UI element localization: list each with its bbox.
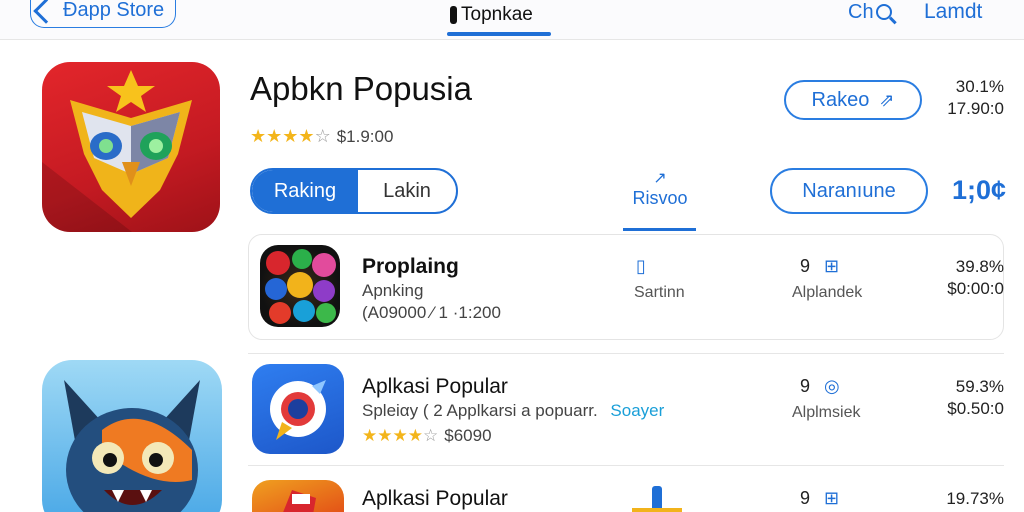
title-bar-glyph <box>450 6 457 24</box>
toy-logo-icon <box>283 490 316 512</box>
row-rating-text: $6090 <box>444 426 492 445</box>
title-underline <box>447 32 551 36</box>
back-button[interactable]: Đapp Store <box>30 0 176 28</box>
cat-mascot-icon <box>64 380 200 512</box>
segmented-control: Raking Lakin <box>250 168 458 214</box>
hero-app-icon[interactable] <box>42 62 220 232</box>
row-count: 9 ◎ <box>800 376 840 397</box>
rakeo-button-label: Rakeo <box>811 88 870 111</box>
row-price-primary: 19.73% <box>946 489 1004 508</box>
row-title: Aplkasi Popular <box>362 487 508 510</box>
row-meta: (A09000 ⁄ 1 ·1:200 <box>362 303 501 322</box>
star-empty-icon: ☆ <box>314 126 331 146</box>
row-price-column: 19.73% <box>946 488 1004 510</box>
get-button[interactable]: Naranıune <box>770 168 928 214</box>
price-primary: 30.1% <box>955 77 1004 96</box>
search-icon <box>875 4 892 20</box>
star-icon: ★ <box>377 426 393 445</box>
star-icon: ★ <box>250 126 267 146</box>
top-right-link[interactable]: Lamdt <box>924 0 982 24</box>
divider <box>248 353 1004 354</box>
back-button-label: Đapp Store <box>63 0 165 21</box>
segment-ranking[interactable]: Raking <box>252 170 358 212</box>
row-count-value: 9 <box>800 488 811 508</box>
row-price-primary: 59.3% <box>955 377 1004 396</box>
hero-rating: ★ ★ ★ ★ ☆ $1.9:00 <box>250 126 393 147</box>
row-subtitle: Apnking <box>362 281 424 300</box>
page-title: Topnkae <box>450 0 533 30</box>
row-count-label: Alplmsiek <box>792 404 861 421</box>
row-count-label: Alplandek <box>792 284 863 301</box>
row-price-column: 39.8% $0:00:0 <box>947 256 1004 300</box>
price-secondary: 17.90:0 <box>947 99 1004 118</box>
row-subtitle-text: Spleiαy ( 2 Applkarsi a popuarr. <box>362 401 598 420</box>
divider <box>248 465 1004 466</box>
star-icon: ★ <box>362 426 378 445</box>
app-icon-proplaing[interactable] <box>260 245 340 327</box>
page-title-text: Topnkae <box>461 4 533 25</box>
row-price-primary: 39.8% <box>955 257 1004 276</box>
hero-app-title: Apbkn Popusia <box>250 70 472 107</box>
grid-icon: ⊞ <box>824 256 840 276</box>
target-icon: ◎ <box>824 376 840 396</box>
owl-mascot-icon <box>70 70 192 218</box>
star-icon: ★ <box>266 126 283 146</box>
row-count: 9 ⊞ <box>800 488 839 509</box>
segment-lakin[interactable]: Lakin <box>358 170 456 212</box>
star-icon: ★ <box>282 126 299 146</box>
row-price-secondary: $0:00:0 <box>947 279 1004 298</box>
row-price-secondary: $0.50:0 <box>947 399 1004 418</box>
row-count-value: 9 <box>800 376 811 396</box>
row-count-value: 9 <box>800 256 811 276</box>
row-count: 9 ⊞ <box>800 256 839 277</box>
hero-price-column: 30.1% 17.90:0 <box>947 76 1004 120</box>
top-right-link-label: Lamdt <box>924 0 983 23</box>
search-button-label: Ch <box>848 0 874 23</box>
tab-underline <box>623 228 696 231</box>
chevron-left-icon <box>33 0 59 24</box>
category-label: Sartinn <box>634 284 685 301</box>
star-icon: ★ <box>407 426 423 445</box>
top-bar: Đapp Store Topnkae Ch Lamdt <box>0 0 1024 40</box>
arrow-icon: ↗ <box>653 170 667 187</box>
star-icon: ★ <box>298 126 315 146</box>
row-title: Proplaing <box>362 255 459 278</box>
hero-rating-text: $1.9:00 <box>336 126 394 146</box>
category-icon: ▯ <box>636 256 646 277</box>
app-icon-popular-1[interactable] <box>252 364 344 454</box>
bird-logo-icon <box>270 380 326 440</box>
category-icon-glyph: ▯ <box>636 256 646 276</box>
bar-icon-base <box>632 508 682 512</box>
get-button-label: Naranıune <box>802 179 896 202</box>
star-empty-icon: ☆ <box>423 426 439 445</box>
row-title: Aplkasi Popular <box>362 375 508 398</box>
hero-number: 1;0¢ <box>952 175 1007 205</box>
row-subtitle-link[interactable]: Soayer <box>610 401 664 420</box>
app-icon-popular-2[interactable] <box>252 480 344 512</box>
star-icon: ★ <box>392 426 408 445</box>
tab-risvoo[interactable]: ↗ Risvoo <box>624 170 696 209</box>
row-rating: ★ ★ ★ ★ ☆ $6090 <box>362 426 492 446</box>
game-bubbles-icon <box>265 249 336 324</box>
share-icon: ⇗ <box>879 89 895 110</box>
tab-risvoo-label: Risvoo <box>632 188 688 208</box>
featured-app-icon[interactable] <box>42 360 222 512</box>
grid-icon: ⊞ <box>824 488 840 508</box>
rakeo-button[interactable]: Rakeo ⇗ <box>784 80 922 120</box>
row-subtitle: Spleiαy ( 2 Applkarsi a popuarr. Soayer <box>362 401 664 421</box>
search-button[interactable]: Ch <box>848 0 892 24</box>
row-price-column: 59.3% $0.50:0 <box>947 376 1004 420</box>
